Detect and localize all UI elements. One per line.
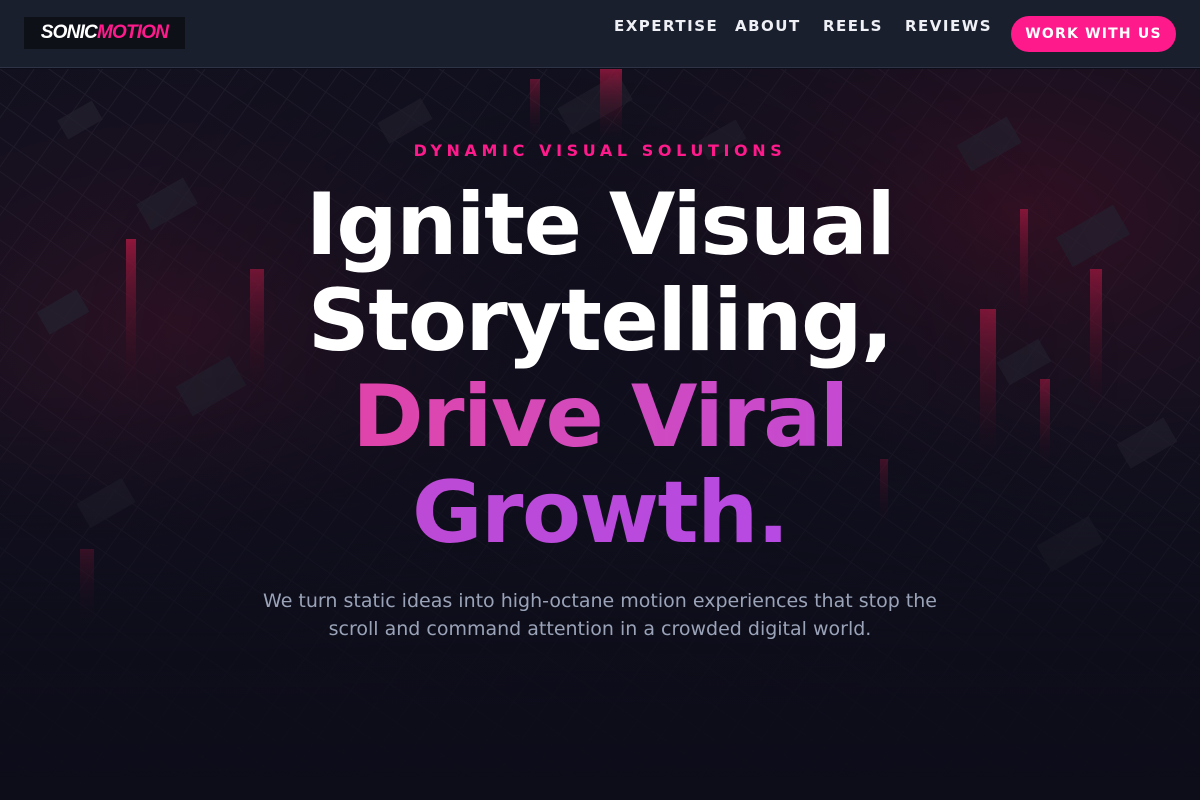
headline-line-3: Drive Viral [0, 369, 1200, 465]
nav-link-reels[interactable]: REELS [823, 17, 883, 35]
hero-headline: Ignite Visual Storytelling, Drive Viral … [0, 177, 1200, 561]
nav-link-reviews[interactable]: REVIEWS [905, 17, 992, 35]
headline-line-4: Growth. [0, 465, 1200, 561]
logo-text-motion: MOTION [96, 22, 169, 43]
hero-subtext: We turn static ideas into high-octane mo… [263, 590, 937, 640]
brand-logo[interactable]: SONIC MOTION [24, 17, 185, 49]
nav-link-about[interactable]: ABOUT [735, 17, 801, 35]
work-with-us-button[interactable]: WORK WITH US [1011, 16, 1176, 52]
hero-eyebrow: DYNAMIC VISUAL SOLUTIONS [413, 141, 787, 160]
hero-section: DYNAMIC VISUAL SOLUTIONS Ignite Visual S… [0, 69, 1200, 800]
site-header: SONIC MOTION EXPERTISE ABOUT REELS REVIEW… [0, 0, 1200, 68]
nav-link-expertise[interactable]: EXPERTISE [614, 17, 718, 35]
headline-line-1: Ignite Visual [305, 175, 896, 275]
logo-text-sonic: SONIC [40, 22, 98, 43]
headline-line-2: Storytelling, [307, 271, 894, 371]
landing-page: SONIC MOTION EXPERTISE ABOUT REELS REVIEW… [0, 0, 1200, 800]
